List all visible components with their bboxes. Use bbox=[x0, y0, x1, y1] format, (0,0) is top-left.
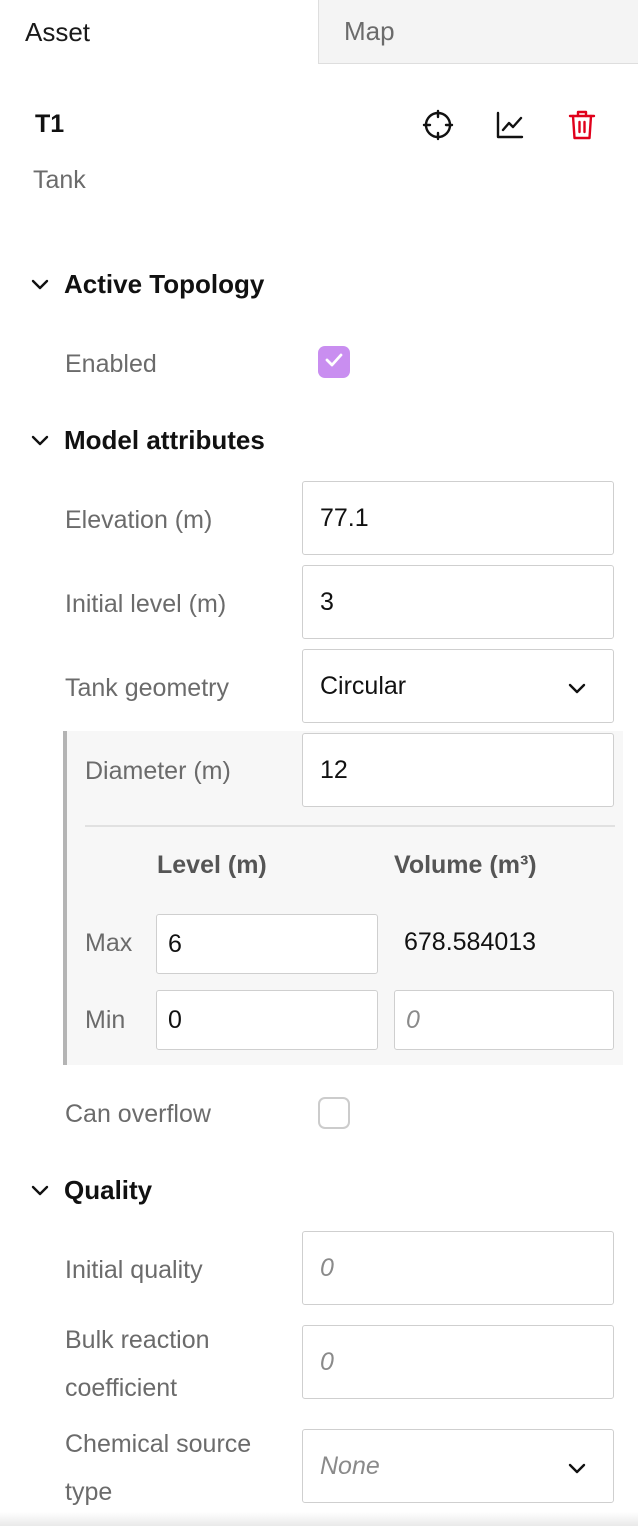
max-volume-value: 678.584013 bbox=[404, 928, 537, 956]
max-label: Max bbox=[85, 929, 133, 957]
diameter-input[interactable]: 12 bbox=[302, 733, 614, 807]
level-column-header: Level (m) bbox=[157, 851, 267, 879]
elevation-label: Elevation (m) bbox=[65, 506, 213, 534]
tank-geometry-label: Tank geometry bbox=[65, 674, 229, 702]
elevation-input[interactable]: 77.1 bbox=[302, 481, 614, 555]
chemical-source-label-line1: Chemical source bbox=[65, 1430, 252, 1458]
min-label: Min bbox=[85, 1006, 126, 1034]
volume-column-header: Volume (m³) bbox=[394, 851, 537, 879]
scroll-fade bbox=[0, 1512, 638, 1526]
min-level-input[interactable]: 0 bbox=[156, 990, 378, 1050]
initial-quality-label: Initial quality bbox=[65, 1256, 203, 1284]
chemical-source-value: None bbox=[320, 1451, 380, 1480]
section-quality[interactable]: Quality bbox=[28, 1170, 152, 1210]
chart-icon bbox=[495, 110, 525, 145]
delete-button[interactable] bbox=[562, 107, 602, 147]
section-title: Active Topology bbox=[64, 268, 265, 299]
tank-geometry-value: Circular bbox=[320, 671, 407, 700]
locate-button[interactable] bbox=[418, 107, 458, 147]
asset-type: Tank bbox=[33, 166, 86, 194]
chevron-down-icon bbox=[28, 272, 52, 296]
can-overflow-checkbox[interactable] bbox=[318, 1097, 350, 1129]
chemical-source-select[interactable]: None bbox=[302, 1429, 614, 1503]
chevron-down-icon bbox=[567, 1456, 587, 1476]
chart-button[interactable] bbox=[490, 107, 530, 147]
tab-map[interactable]: Map bbox=[318, 0, 638, 64]
enabled-checkbox[interactable] bbox=[318, 346, 350, 378]
bulk-reaction-label-line1: Bulk reaction bbox=[65, 1326, 210, 1354]
initial-level-label: Initial level (m) bbox=[65, 590, 227, 618]
min-volume-input[interactable]: 0 bbox=[394, 990, 614, 1050]
trash-icon bbox=[568, 109, 596, 146]
chevron-down-icon bbox=[28, 1178, 52, 1202]
divider bbox=[85, 825, 615, 827]
can-overflow-label: Can overflow bbox=[65, 1100, 211, 1128]
check-icon bbox=[325, 353, 343, 372]
max-level-input[interactable]: 6 bbox=[156, 914, 378, 974]
bulk-reaction-label-line2: coefficient bbox=[65, 1374, 178, 1402]
tank-geometry-select[interactable]: Circular bbox=[302, 649, 614, 723]
initial-quality-input[interactable]: 0 bbox=[302, 1231, 614, 1305]
tab-asset[interactable]: Asset bbox=[0, 0, 318, 64]
section-active-topology[interactable]: Active Topology bbox=[28, 264, 264, 304]
tab-bar: Asset Map bbox=[0, 0, 638, 64]
bulk-reaction-input[interactable]: 0 bbox=[302, 1325, 614, 1399]
section-title: Quality bbox=[64, 1174, 153, 1205]
chemical-source-label-line2: type bbox=[65, 1478, 113, 1506]
initial-level-input[interactable]: 3 bbox=[302, 565, 614, 639]
chevron-down-icon bbox=[567, 676, 587, 696]
section-title: Model attributes bbox=[64, 424, 265, 455]
crosshair-icon bbox=[422, 109, 454, 146]
chevron-down-icon bbox=[28, 428, 52, 452]
diameter-label: Diameter (m) bbox=[85, 757, 231, 785]
asset-id: T1 bbox=[35, 110, 65, 138]
enabled-label: Enabled bbox=[65, 350, 157, 378]
section-model-attributes[interactable]: Model attributes bbox=[28, 420, 265, 460]
